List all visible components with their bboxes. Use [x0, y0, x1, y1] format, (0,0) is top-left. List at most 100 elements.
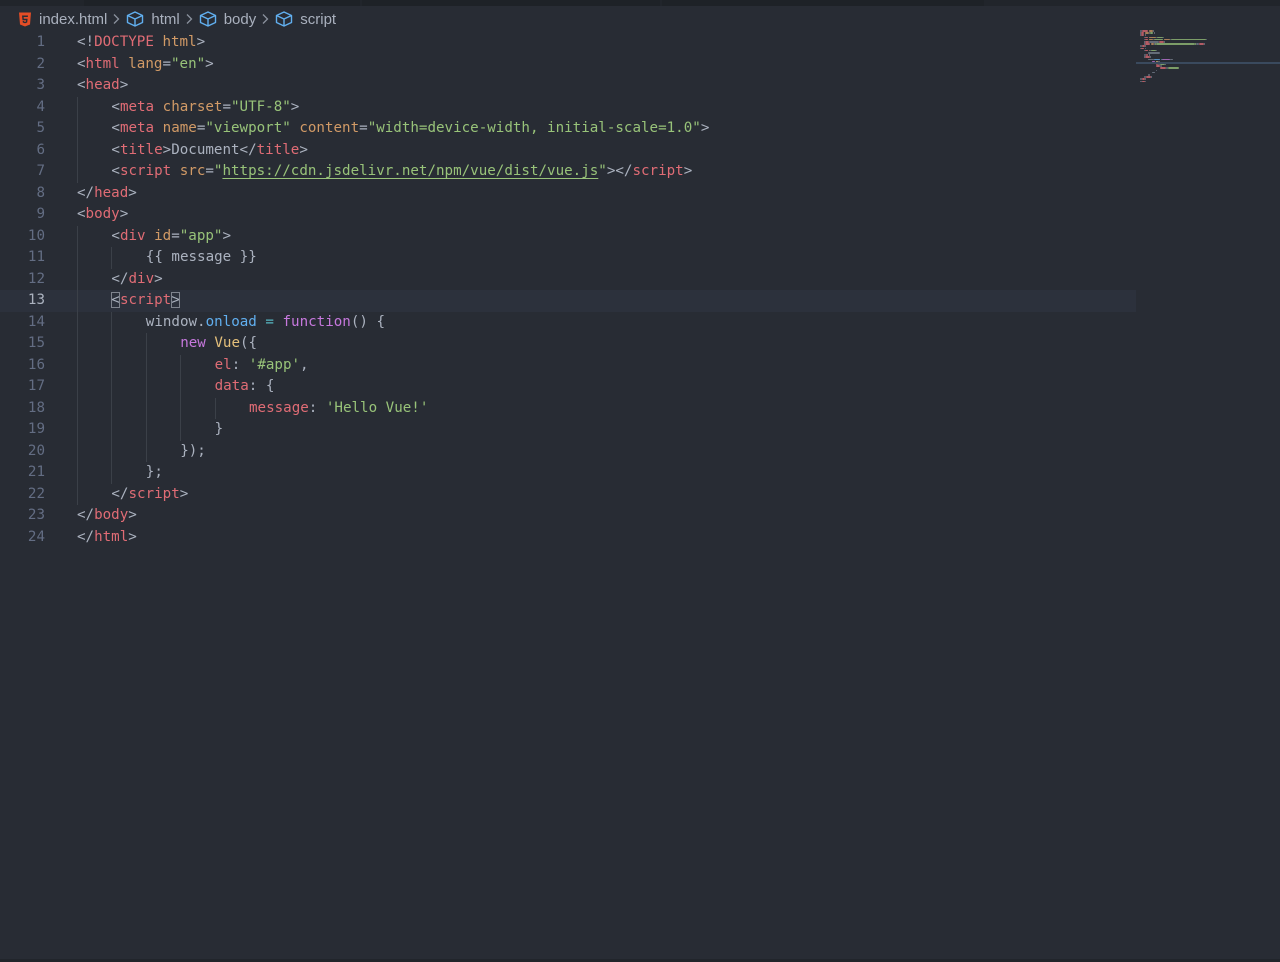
- code-content[interactable]: <div id="app">: [111, 226, 231, 248]
- breadcrumb-file[interactable]: index.html: [18, 11, 107, 28]
- breadcrumb-item-body[interactable]: body: [199, 11, 256, 28]
- code-content[interactable]: <head>: [77, 75, 128, 97]
- line-number: 23: [27, 507, 45, 523]
- code-line[interactable]: 22 </script>: [0, 483, 1136, 506]
- code-line[interactable]: 16 el: '#app',: [0, 354, 1136, 377]
- code-text: <: [77, 55, 86, 72]
- code-line[interactable]: 14 window.onload = function() {: [0, 311, 1136, 334]
- code-line[interactable]: 13 <script>: [0, 290, 1136, 312]
- breadcrumb-item-html[interactable]: html: [126, 10, 180, 28]
- code-line[interactable]: 4 <meta charset="UTF-8">: [0, 96, 1136, 119]
- code-text: <: [111, 227, 120, 244]
- code-line[interactable]: 8 </head>: [0, 183, 1136, 205]
- code-content[interactable]: new Vue({: [180, 333, 257, 355]
- code-content[interactable]: data: {: [215, 376, 275, 398]
- code-text: <: [111, 120, 120, 136]
- indent-guide: [77, 268, 78, 290]
- code-content[interactable]: el: '#app',: [215, 355, 309, 377]
- code-text: >: [179, 485, 189, 502]
- minimap[interactable]: [1140, 30, 1280, 100]
- code-content[interactable]: </script>: [111, 484, 188, 506]
- line-number: 12: [27, 270, 45, 287]
- code-text: </: [77, 528, 95, 545]
- chevron-right-icon: [261, 13, 269, 25]
- code-content[interactable]: </body>: [77, 505, 137, 527]
- breadcrumb: index.html html body script: [18, 8, 336, 30]
- minimap-slider[interactable]: [1136, 62, 1280, 64]
- code-line[interactable]: 18 message: 'Hello Vue!': [0, 397, 1136, 420]
- code-content[interactable]: <!DOCTYPE html>: [77, 32, 205, 54]
- code-line[interactable]: 17 data: {: [0, 376, 1136, 398]
- tag-name: script: [632, 163, 684, 179]
- code-content[interactable]: </html>: [77, 527, 137, 549]
- line-number: 15: [27, 335, 45, 351]
- code-content[interactable]: <title>Document</title>: [111, 140, 308, 162]
- line-number: 2: [36, 55, 45, 72]
- code-content[interactable]: {{ message }}: [146, 247, 257, 269]
- code-text: =: [162, 55, 171, 72]
- code-content[interactable]: });: [180, 441, 206, 463]
- code-line[interactable]: 15 new Vue({: [0, 333, 1136, 355]
- line-number: 22: [27, 485, 45, 502]
- code-line[interactable]: 23 </body>: [0, 505, 1136, 527]
- breadcrumb-item-label: html: [151, 10, 180, 28]
- code-content[interactable]: <meta charset="UTF-8">: [111, 97, 299, 119]
- code-content[interactable]: </div>: [111, 269, 162, 291]
- matched-bracket: <: [111, 292, 120, 308]
- code-text: };: [145, 464, 163, 480]
- code-line[interactable]: 2 <html lang="en">: [0, 54, 1136, 76]
- code-content[interactable]: window.onload = function() {: [146, 312, 385, 334]
- code-content[interactable]: <body>: [77, 204, 128, 226]
- code-text: >: [683, 163, 693, 179]
- line-number: 8: [36, 184, 45, 201]
- code-content[interactable]: <script>: [111, 290, 180, 312]
- code-text: =: [171, 227, 180, 244]
- minimap-mark: [1144, 47, 1146, 50]
- code-line[interactable]: 6 <title>Document</title>: [0, 139, 1136, 162]
- tag-name: div: [128, 270, 155, 287]
- code-editor[interactable]: 1 <!DOCTYPE html> 2 <html lang="en"> 3 <head>…: [0, 32, 1136, 548]
- code-line[interactable]: 5 <meta name="viewport" content="width=de…: [0, 118, 1136, 140]
- tab-strip-segment: [84, 0, 360, 6]
- indent-guide: [77, 333, 78, 355]
- breadcrumb-file-label: index.html: [39, 10, 108, 28]
- indent-guide: [77, 247, 78, 269]
- indent-guide: [77, 419, 78, 441]
- code-content[interactable]: </head>: [77, 183, 137, 205]
- code-line[interactable]: 10 <div id="app">: [0, 225, 1136, 248]
- code-line[interactable]: 24 </html>: [0, 527, 1136, 549]
- code-content[interactable]: <meta name="viewport" content="width=dev…: [111, 118, 709, 140]
- cube-icon: [199, 11, 216, 27]
- indent-guide: [77, 118, 78, 140]
- code-content[interactable]: };: [146, 462, 163, 484]
- code-content[interactable]: message: 'Hello Vue!': [249, 398, 428, 420]
- code-content[interactable]: <script src="https://cdn.jsdelivr.net/np…: [111, 161, 692, 183]
- code-line[interactable]: 12 </div>: [0, 268, 1136, 291]
- cube-icon: [127, 11, 144, 27]
- string-literal: '#app': [248, 356, 301, 373]
- code-line[interactable]: 9 <body>: [0, 204, 1136, 226]
- operator: =: [265, 313, 274, 330]
- minimap-mark: [1145, 78, 1147, 80]
- code-text: >: [119, 77, 129, 93]
- minimap-mark: [1206, 38, 1207, 41]
- indent-guide: [111, 247, 113, 269]
- minimap-mark: [1204, 43, 1206, 45]
- code-line[interactable]: 1 <!DOCTYPE html>: [0, 32, 1136, 54]
- indent-guide: [77, 161, 78, 183]
- code-line[interactable]: 20});: [0, 440, 1136, 463]
- code-line[interactable]: 21};: [0, 462, 1136, 484]
- breadcrumb-item-script[interactable]: script: [275, 11, 336, 28]
- object-key: el: [214, 356, 232, 373]
- line-number: 20: [27, 442, 45, 459]
- url-link[interactable]: https://cdn.jsdelivr.net/npm/vue/dist/vu…: [222, 163, 598, 179]
- code-line[interactable]: 7 <script src="https://cdn.jsdelivr.net/n…: [0, 161, 1136, 183]
- code-text: });: [180, 442, 206, 459]
- property-name: onload: [205, 313, 257, 330]
- code-content[interactable]: <html lang="en">: [77, 54, 214, 76]
- code-content[interactable]: }: [215, 419, 224, 441]
- code-line[interactable]: 11 {{ message }}: [0, 247, 1136, 269]
- code-line[interactable]: 3 <head>: [0, 75, 1136, 97]
- code-line[interactable]: 19}: [0, 419, 1136, 441]
